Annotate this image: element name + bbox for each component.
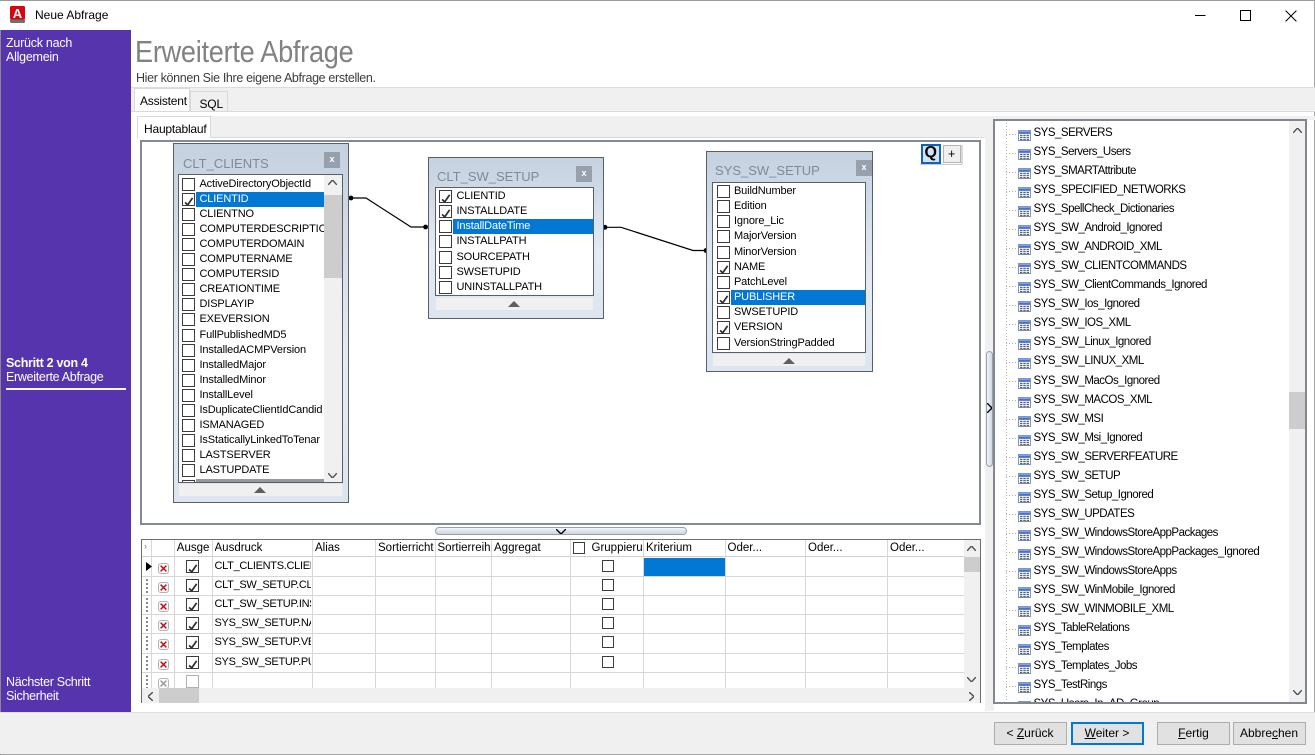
svg-text:A: A bbox=[13, 6, 23, 21]
